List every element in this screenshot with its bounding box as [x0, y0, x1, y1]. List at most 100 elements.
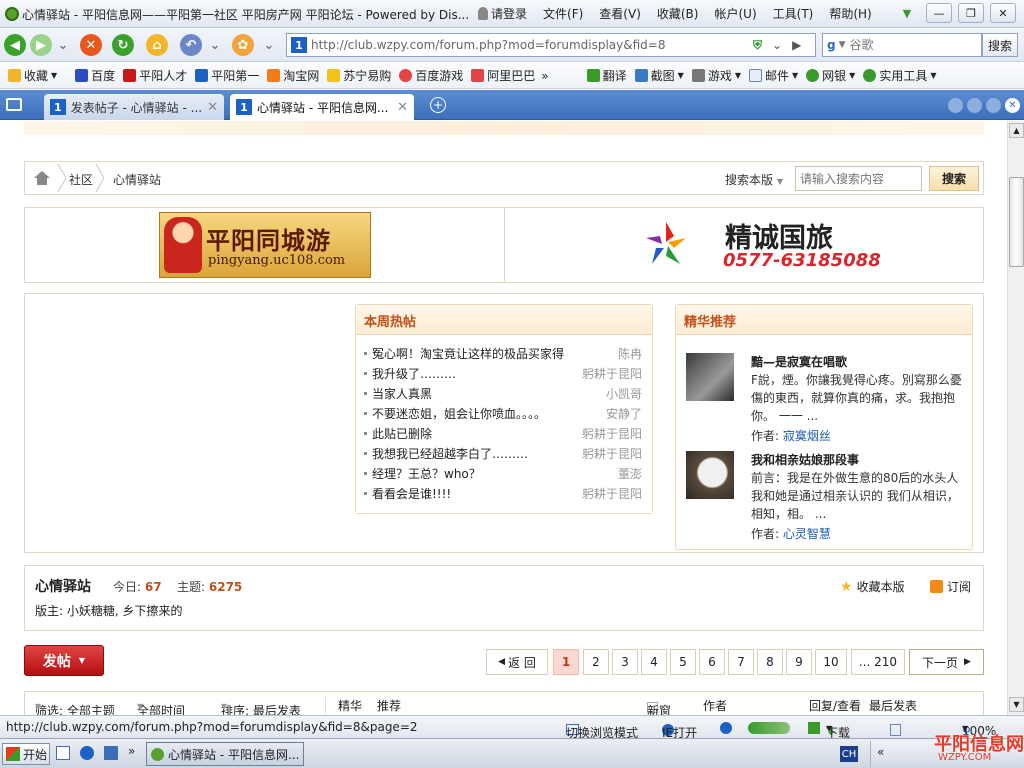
close-all-tabs-icon[interactable]: ✕: [1005, 98, 1020, 113]
tab-scroll-left-icon[interactable]: [948, 98, 963, 113]
tab-close-icon[interactable]: ✕: [207, 100, 218, 115]
hot-item[interactable]: 我想我已经超越李白了……… 躬耕于昆阳: [364, 445, 642, 465]
bank-tool[interactable]: 网银 ▼: [806, 67, 855, 84]
undo-icon[interactable]: ↶: [180, 34, 202, 56]
go-arrow-icon[interactable]: ▶: [792, 38, 801, 52]
digest-thumbnail[interactable]: [686, 353, 734, 401]
show-desktop-icon[interactable]: [56, 746, 70, 760]
ie-quicklaunch-icon[interactable]: [80, 746, 94, 760]
hot-item[interactable]: 当家人真黑 小凯哥: [364, 385, 642, 405]
fav-baidu-games[interactable]: 百度游戏: [399, 67, 463, 84]
scroll-up-icon[interactable]: ▲: [1009, 123, 1024, 138]
travel-agency-logo-icon[interactable]: [640, 218, 692, 270]
hot-item[interactable]: 此贴已删除 躬耕于昆阳: [364, 425, 642, 445]
back-button[interactable]: ◀ 返 回: [486, 649, 548, 675]
forward-icon[interactable]: ▶: [30, 34, 52, 56]
minimize-button[interactable]: —: [926, 3, 952, 23]
favorites-menu[interactable]: 收藏 ▼: [8, 67, 57, 84]
games-tool[interactable]: 游戏 ▼: [691, 67, 741, 84]
skin-icon[interactable]: ▼: [894, 3, 920, 23]
tray-expand-icon[interactable]: «: [877, 745, 884, 759]
home-icon[interactable]: ⌂: [146, 34, 168, 56]
next-page-button[interactable]: 下一页 ▶: [909, 649, 984, 675]
menu-view[interactable]: 查看(V): [599, 5, 641, 22]
fav-pingyang-talent[interactable]: 平阳人才: [123, 67, 187, 84]
url-dropdown-icon[interactable]: ⌄: [772, 38, 782, 52]
back-icon[interactable]: ◀: [4, 34, 26, 56]
filter-digest[interactable]: 精华: [325, 697, 362, 714]
quicklaunch-more[interactable]: »: [128, 744, 135, 758]
hot-item[interactable]: 我升级了……… 躬耕于昆阳: [364, 365, 642, 385]
page-6[interactable]: 6: [699, 649, 725, 675]
taskbar-browser-item[interactable]: 心情驿站 - 平阳信息网...: [146, 742, 304, 766]
menu-account[interactable]: 帐户(U): [714, 5, 756, 22]
login-button[interactable]: 请登录: [478, 5, 527, 22]
mail-tool[interactable]: 邮件 ▼: [748, 67, 798, 84]
hot-item[interactable]: 冤心啊！淘宝竟让这样的极品买家得 陈冉: [364, 345, 642, 365]
page-8[interactable]: 8: [757, 649, 783, 675]
hot-item[interactable]: 经理？王总？who？ 董澎: [364, 465, 642, 485]
search-input[interactable]: [849, 38, 960, 52]
favorite-forum-button[interactable]: ★ 收藏本版: [840, 578, 905, 595]
search-scope-dropdown[interactable]: 搜索本版 ▼: [725, 171, 783, 188]
vertical-scrollbar[interactable]: ▲ ▼: [1007, 121, 1024, 715]
flow-icon[interactable]: [808, 722, 820, 734]
history-dropdown-icon[interactable]: ⌄: [56, 34, 70, 56]
page-4[interactable]: 4: [641, 649, 667, 675]
menu-help[interactable]: 帮助(H): [829, 5, 871, 22]
page-10[interactable]: 10: [815, 649, 847, 675]
tab-list-icon[interactable]: [6, 98, 22, 111]
fav-baidu[interactable]: 百度: [75, 67, 115, 84]
menu-favorites[interactable]: 收藏(B): [657, 5, 699, 22]
author-link[interactable]: 心灵智慧: [783, 527, 831, 541]
page-2[interactable]: 2: [583, 649, 609, 675]
maximize-button[interactable]: ❐: [958, 3, 984, 23]
digest-item-title[interactable]: 黯—是寂寞在唱歌: [751, 353, 847, 370]
page-1[interactable]: 1: [553, 649, 579, 675]
hot-item[interactable]: 不要迷恋姐，姐会让你喷血。。。。 安静了: [364, 405, 642, 425]
language-indicator[interactable]: CH: [840, 746, 858, 762]
page-last[interactable]: ... 210: [851, 649, 905, 675]
tab-scroll-right-icon[interactable]: [967, 98, 982, 113]
tab-menu-icon[interactable]: [986, 98, 1001, 113]
menu-tools[interactable]: 工具(T): [773, 5, 814, 22]
menu-file[interactable]: 文件(F): [543, 5, 583, 22]
fav-alibaba[interactable]: 阿里巴巴: [471, 67, 535, 84]
page-9[interactable]: 9: [786, 649, 812, 675]
security-status-icon[interactable]: [748, 722, 790, 734]
new-tab-icon[interactable]: +: [430, 97, 446, 113]
close-window-button[interactable]: ✕: [990, 3, 1016, 23]
tab-new-post[interactable]: 1 发表帖子 - 心情驿站 - ... ✕: [44, 94, 224, 120]
forum-search-input[interactable]: [795, 166, 922, 191]
media-quicklaunch-icon[interactable]: [104, 746, 118, 760]
address-bar[interactable]: 1 ⛨ ⌄ ▶: [286, 33, 816, 57]
stop-icon[interactable]: ✕: [80, 34, 102, 56]
translate-tool[interactable]: 翻译: [586, 67, 627, 84]
tab-forum[interactable]: 1 心情驿站 - 平阳信息网... ✕: [230, 94, 414, 120]
favorites-more[interactable]: »: [541, 69, 548, 83]
fav-taobao[interactable]: 淘宝网: [267, 67, 319, 84]
filter-recommend[interactable]: 推荐: [377, 697, 401, 714]
shield-status-icon[interactable]: [720, 722, 732, 734]
author-link[interactable]: 寂寞烟丝: [783, 429, 831, 443]
page-3[interactable]: 3: [612, 649, 638, 675]
search-button[interactable]: 搜索: [982, 33, 1018, 57]
forum-search-button[interactable]: 搜索: [929, 166, 979, 191]
fav-suning[interactable]: 苏宁易购: [327, 67, 391, 84]
fav-pingyang-first[interactable]: 平阳第一: [195, 67, 259, 84]
start-button[interactable]: 开始: [2, 743, 50, 765]
breadcrumb-community[interactable]: 社区: [69, 171, 93, 188]
tab-close-icon[interactable]: ✕: [397, 100, 408, 115]
digest-thumbnail[interactable]: [686, 451, 734, 499]
new-post-button[interactable]: 发帖 ▼: [24, 645, 104, 676]
url-input[interactable]: [307, 35, 747, 55]
hot-item[interactable]: 看看会是谁!!!! 躬耕于昆阳: [364, 485, 642, 505]
page-5[interactable]: 5: [670, 649, 696, 675]
paw-icon[interactable]: ✿: [232, 34, 254, 56]
search-engine-box[interactable]: g ▼: [822, 33, 982, 57]
page-7[interactable]: 7: [728, 649, 754, 675]
scroll-thumb[interactable]: [1009, 177, 1024, 267]
engine-dropdown-icon[interactable]: ▼: [839, 40, 846, 50]
refresh-icon[interactable]: ↻: [112, 34, 134, 56]
scroll-down-icon[interactable]: ▼: [1009, 697, 1024, 712]
